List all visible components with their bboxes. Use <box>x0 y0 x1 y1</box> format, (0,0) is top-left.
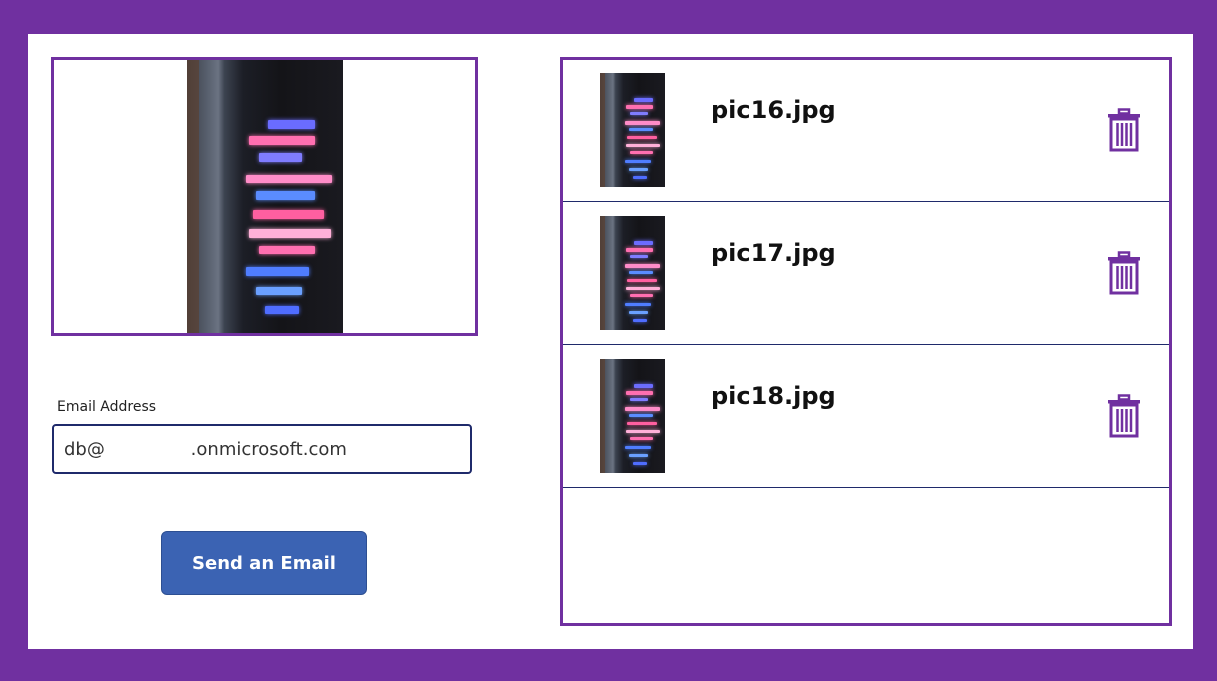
photo-gallery: pic16.jpg pic17.jpg pic18.jpg <box>560 57 1172 626</box>
trash-icon[interactable] <box>1107 394 1141 438</box>
gallery-row[interactable]: pic16.jpg <box>563 60 1169 202</box>
app-canvas: Email Address Send an Email pic16.jpg pi… <box>28 34 1193 649</box>
thumbnail[interactable] <box>600 73 665 187</box>
file-name: pic18.jpg <box>711 382 836 410</box>
file-name: pic17.jpg <box>711 239 836 267</box>
email-label: Email Address <box>57 399 157 415</box>
send-email-button[interactable]: Send an Email <box>161 531 367 595</box>
file-name: pic16.jpg <box>711 96 836 124</box>
image-preview <box>51 57 478 336</box>
gallery-row[interactable]: pic17.jpg <box>563 203 1169 345</box>
gallery-row[interactable]: pic18.jpg <box>563 346 1169 488</box>
trash-icon[interactable] <box>1107 108 1141 152</box>
thumbnail[interactable] <box>600 216 665 330</box>
email-input[interactable] <box>52 424 472 474</box>
thumbnail[interactable] <box>600 359 665 473</box>
preview-photo <box>187 60 343 333</box>
trash-icon[interactable] <box>1107 251 1141 295</box>
